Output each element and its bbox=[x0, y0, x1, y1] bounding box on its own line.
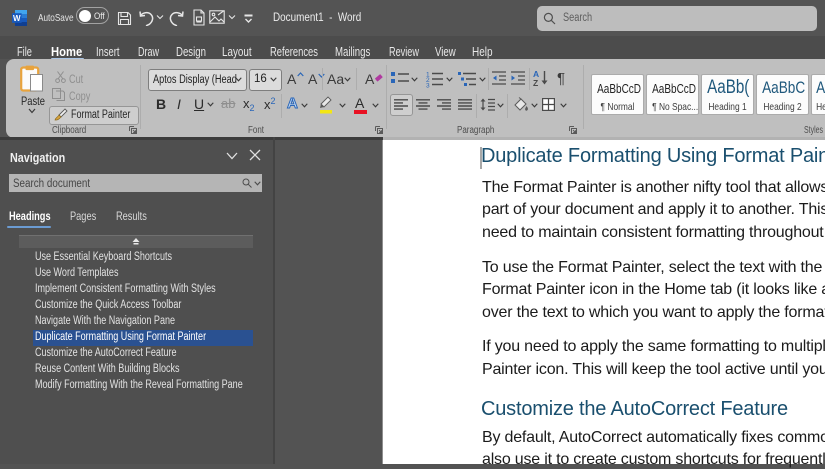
svg-text:W: W bbox=[13, 14, 21, 23]
svg-text:Z: Z bbox=[533, 78, 538, 87]
svg-text:3: 3 bbox=[426, 83, 430, 89]
